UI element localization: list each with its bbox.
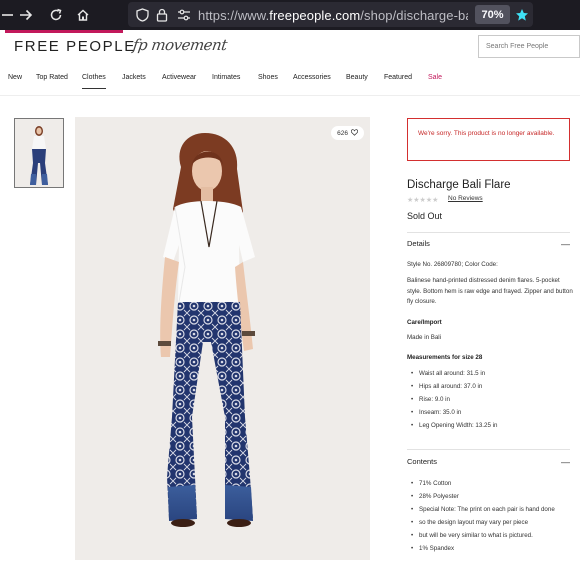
- measurement-item: Rise: 9.0 in: [411, 393, 576, 406]
- details-section-toggle[interactable]: Details —: [407, 232, 570, 254]
- care-import-text: Made in Bali: [407, 334, 442, 341]
- contents-label: Contents: [407, 457, 438, 466]
- nav-item-sale[interactable]: Sale: [428, 74, 442, 81]
- url-prefix: https://www.: [198, 8, 270, 23]
- thumbnail-model-image: [15, 119, 63, 187]
- fp-movement-logo[interactable]: fp movement: [132, 36, 228, 54]
- search-input[interactable]: Search Free People: [478, 35, 580, 58]
- measurement-item: Leg Opening Width: 13.25 in: [411, 419, 576, 432]
- nav-item-beauty[interactable]: Beauty: [346, 74, 368, 81]
- reload-icon[interactable]: [47, 6, 65, 24]
- unavailable-alert: We're sorry. This product is no longer a…: [407, 118, 570, 161]
- lock-icon[interactable]: [153, 6, 171, 24]
- like-button[interactable]: 626: [331, 126, 364, 140]
- style-number: Style No. 26809780; Color Code:: [407, 261, 498, 268]
- permissions-icon[interactable]: [175, 6, 193, 24]
- measurement-item: Hips all around: 37.0 in: [411, 380, 576, 393]
- measurements-list: Waist all around: 31.5 in Hips all aroun…: [411, 367, 576, 432]
- nav-item-jackets[interactable]: Jackets: [122, 74, 146, 81]
- nav-item-clothes[interactable]: Clothes: [82, 74, 106, 89]
- contents-item: 1% Spandex: [411, 542, 576, 555]
- model-photo: [75, 117, 370, 560]
- url-text: https://www.freepeople.com/shop/discharg…: [198, 8, 468, 23]
- contents-section-toggle[interactable]: Contents —: [407, 449, 570, 473]
- details-label: Details: [407, 239, 430, 248]
- product-description: Balinese hand-printed distressed denim f…: [407, 277, 573, 305]
- measurements-heading: Measurements for size 28: [407, 354, 483, 361]
- contents-item: 28% Polyester: [411, 490, 576, 503]
- reviews-link[interactable]: No Reviews: [448, 195, 483, 202]
- nav-item-accessories[interactable]: Accessories: [293, 74, 331, 81]
- shield-icon[interactable]: [133, 6, 151, 24]
- product-main-image[interactable]: 626: [75, 117, 370, 560]
- contents-item: 71% Cotton: [411, 477, 576, 490]
- back-arrow-icon[interactable]: [0, 6, 18, 24]
- nav-item-top-rated[interactable]: Top Rated: [36, 74, 68, 81]
- home-icon[interactable]: [74, 6, 92, 24]
- nav-item-shoes[interactable]: Shoes: [258, 74, 278, 81]
- forward-arrow-icon[interactable]: [17, 6, 35, 24]
- nav-item-activewear[interactable]: Activewear: [162, 74, 196, 81]
- collapse-minus-icon[interactable]: —: [561, 457, 570, 467]
- measurement-item: Inseam: 35.0 in: [411, 406, 576, 419]
- category-nav: New Top Rated Clothes Jackets Activewear…: [0, 66, 580, 96]
- heart-icon: [350, 128, 359, 138]
- contents-list: 71% Cotton 28% Polyester Special Note: T…: [411, 477, 576, 555]
- zoom-level-badge[interactable]: 70%: [475, 5, 510, 24]
- free-people-logo[interactable]: FREE PEOPLE: [14, 38, 136, 55]
- url-path: /shop/discharge-bali-flare: [360, 8, 468, 23]
- product-title: Discharge Bali Flare: [407, 179, 511, 191]
- nav-item-new[interactable]: New: [8, 74, 22, 81]
- contents-item: but will be very similar to what is pict…: [411, 529, 576, 542]
- rating-stars: ★★★★★: [407, 197, 439, 204]
- contents-item: Special Note: The print on each pair is …: [411, 503, 576, 516]
- contents-item: so the design layout may vary per piece: [411, 516, 576, 529]
- availability-status: Sold Out: [407, 211, 443, 221]
- logo-accent-bar: [5, 30, 123, 33]
- nav-item-featured[interactable]: Featured: [384, 74, 412, 81]
- product-thumbnail[interactable]: [14, 118, 64, 188]
- browser-toolbar: https://www.freepeople.com/shop/discharg…: [0, 0, 580, 30]
- nav-item-intimates[interactable]: Intimates: [212, 74, 240, 81]
- like-count: 626: [337, 129, 348, 137]
- care-import-heading: Care/Import: [407, 319, 442, 326]
- url-domain: freepeople.com: [269, 8, 361, 23]
- star-bookmark-icon[interactable]: [513, 6, 531, 24]
- address-bar[interactable]: https://www.freepeople.com/shop/discharg…: [128, 2, 533, 27]
- collapse-minus-icon[interactable]: —: [561, 239, 570, 249]
- measurement-item: Waist all around: 31.5 in: [411, 367, 576, 380]
